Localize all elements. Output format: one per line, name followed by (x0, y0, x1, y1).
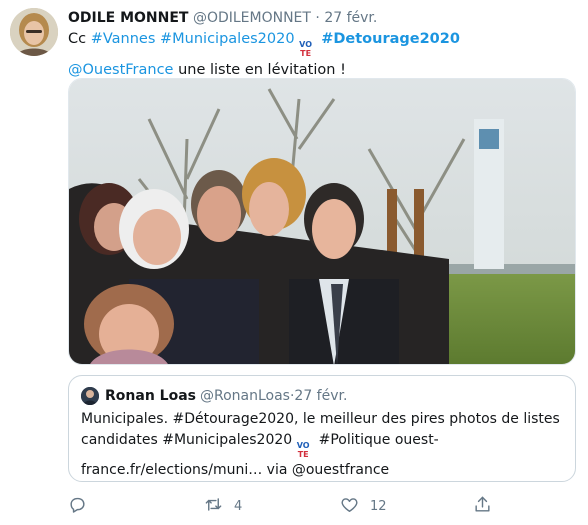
like-count: 12 (370, 498, 387, 514)
author-name[interactable]: ODILE MONNET (68, 10, 188, 26)
author-handle[interactable]: @ODILEMONNET (193, 10, 311, 26)
share-icon (473, 495, 492, 518)
hashtag-vannes[interactable]: #Vannes (91, 31, 156, 47)
reply-icon (68, 495, 87, 518)
tweet: ODILE MONNET @ODILEMONNET · 27 févr. Cc … (0, 0, 588, 525)
reply-button[interactable] (68, 494, 98, 518)
quoted-author-handle: @RonanLoas (199, 388, 290, 404)
share-button[interactable] (473, 494, 492, 518)
hashtag-detourage2020[interactable]: #Detourage2020 (321, 31, 460, 47)
tweet-header: ODILE MONNET @ODILEMONNET · 27 févr. (68, 8, 377, 28)
like-button[interactable]: 12 (340, 494, 387, 518)
tweet-date[interactable]: 27 févr. (324, 10, 377, 26)
quoted-tweet-date: 27 févr. (294, 388, 348, 404)
quoted-tweet[interactable]: Ronan Loas @RonanLoas · 27 févr. Municip… (68, 375, 576, 482)
tweet-photo[interactable] (68, 78, 576, 365)
text-rest: une liste en lévitation ! (173, 62, 346, 78)
retweet-icon (204, 495, 223, 518)
quoted-author-name: Ronan Loas (105, 388, 196, 404)
separator-dot: · (315, 10, 320, 26)
quoted-tweet-text: Municipales. #Détourage2020, le meilleur… (81, 409, 566, 481)
tweet-actions: 4 12 (68, 494, 508, 518)
vote-emoji-icon: VO TE (296, 441, 310, 459)
text-cc: Cc (68, 31, 91, 47)
hashtag-municipales2020[interactable]: #Municipales2020 (160, 31, 295, 47)
mention-ouestfrance[interactable]: @OuestFrance (68, 62, 173, 78)
retweet-count: 4 (234, 498, 243, 514)
quoted-author-avatar (81, 387, 99, 405)
quoted-tweet-header: Ronan Loas @RonanLoas · 27 févr. (81, 386, 347, 406)
heart-icon (340, 495, 359, 518)
retweet-button[interactable]: 4 (204, 494, 242, 518)
vote-emoji-icon: VO TE (299, 40, 313, 58)
author-avatar[interactable] (10, 8, 58, 56)
tweet-text: Cc #Vannes #Municipales2020 VO TE #Detoura… (68, 28, 568, 81)
